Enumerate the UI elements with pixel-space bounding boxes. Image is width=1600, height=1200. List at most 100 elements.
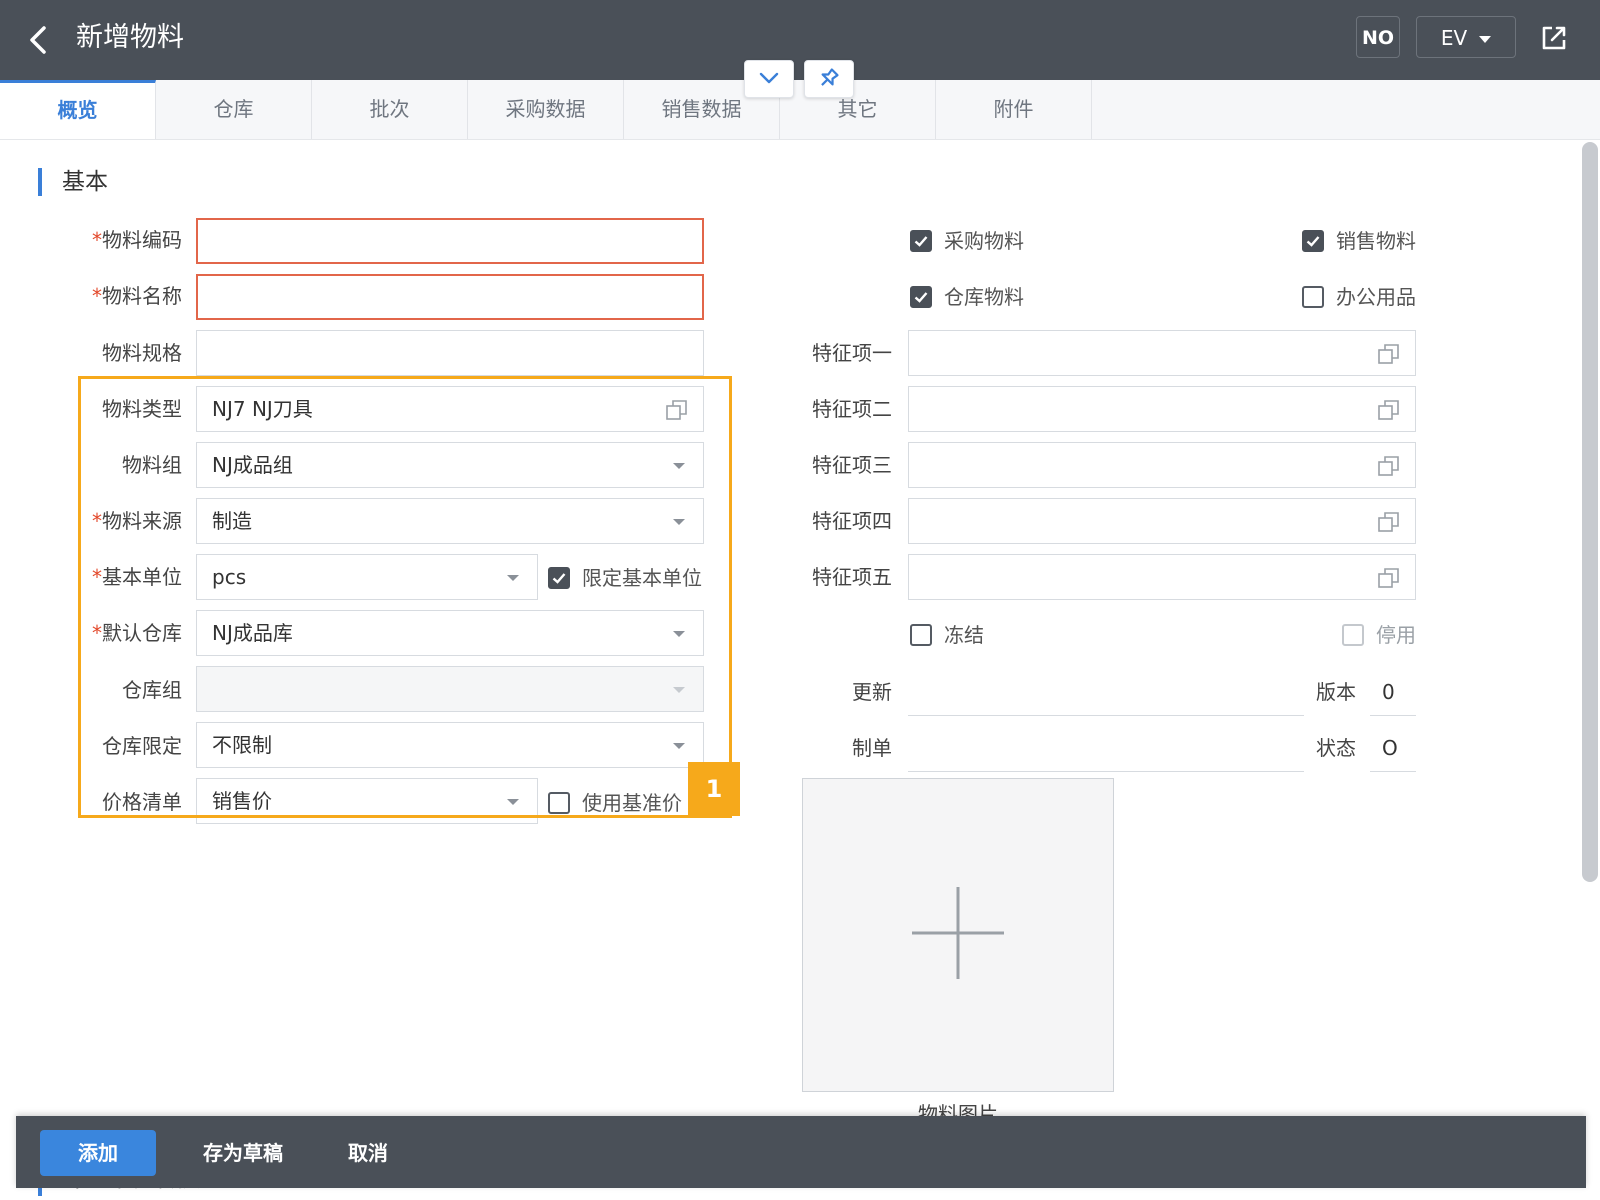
cancel-button[interactable]: 取消 — [338, 1130, 398, 1176]
material-group-select[interactable]: NJ成品组 — [196, 442, 704, 488]
check-icon — [552, 573, 566, 584]
use-base-price-label: 使用基准价 — [582, 791, 682, 815]
status-value: O — [1370, 726, 1416, 772]
ev-dropdown-button[interactable]: EV — [1416, 16, 1516, 58]
tab-attachment[interactable]: 附件 — [936, 80, 1092, 139]
picker-icon[interactable] — [1377, 398, 1401, 422]
maker-label: 制单 — [852, 736, 892, 760]
tab-overview[interactable]: 概览 — [0, 80, 156, 139]
base-unit-label: *基本单位 — [92, 565, 182, 589]
dropdown-caret-icon — [673, 519, 685, 525]
material-source-value: 制造 — [212, 509, 252, 533]
material-spec-input[interactable] — [196, 330, 704, 376]
warehouse-limit-select[interactable]: 不限制 — [196, 722, 704, 768]
dropdown-caret-icon — [507, 575, 519, 581]
material-source-label: *物料来源 — [92, 509, 182, 533]
highlight-badge: 1 — [688, 762, 740, 816]
update-label: 更新 — [852, 680, 892, 704]
check-icon — [914, 236, 928, 247]
frozen-label: 冻结 — [944, 623, 984, 647]
dropdown-caret-icon — [673, 631, 685, 637]
price-list-value: 销售价 — [212, 789, 272, 813]
feature-5-field[interactable] — [908, 554, 1416, 600]
feature-5-label: 特征项五 — [812, 565, 892, 589]
warehouse-group-label: 仓库组 — [122, 678, 182, 702]
dropdown-caret-icon — [673, 687, 685, 693]
stock-material-checkbox[interactable] — [910, 286, 932, 308]
price-list-select[interactable]: 销售价 — [196, 778, 538, 824]
warehouse-group-select — [196, 666, 704, 712]
feature-4-label: 特征项四 — [812, 509, 892, 533]
tab-warehouse[interactable]: 仓库 — [156, 80, 312, 139]
picker-icon[interactable] — [665, 398, 689, 422]
warehouse-limit-value: 不限制 — [212, 733, 272, 757]
ev-label: EV — [1440, 26, 1468, 50]
disabled-label: 停用 — [1376, 623, 1416, 647]
sales-material-checkbox[interactable] — [1302, 230, 1324, 252]
feature-1-field[interactable] — [908, 330, 1416, 376]
picker-icon[interactable] — [1377, 454, 1401, 478]
feature-3-field[interactable] — [908, 442, 1416, 488]
picker-icon[interactable] — [1377, 342, 1401, 366]
check-icon — [914, 292, 928, 303]
picker-icon[interactable] — [1377, 566, 1401, 590]
purchase-material-label: 采购物料 — [944, 229, 1024, 253]
default-warehouse-label: *默认仓库 — [92, 621, 182, 645]
material-type-label: 物料类型 — [102, 397, 182, 421]
feature-3-label: 特征项三 — [812, 453, 892, 477]
feature-4-field[interactable] — [908, 498, 1416, 544]
plus-icon — [912, 887, 1004, 979]
price-list-label: 价格清单 — [102, 790, 182, 814]
material-spec-label: 物料规格 — [102, 341, 182, 365]
use-base-price-checkbox[interactable] — [548, 792, 570, 814]
material-type-field[interactable]: NJ7 NJ刀具 — [196, 386, 704, 432]
frozen-checkbox[interactable] — [910, 624, 932, 646]
pin-icon — [821, 68, 839, 86]
caret-down-icon — [1479, 36, 1492, 43]
default-warehouse-value: NJ成品库 — [212, 621, 293, 645]
stock-material-label: 仓库物料 — [944, 285, 1024, 309]
tab-bar: 概览 仓库 批次 采购数据 销售数据 其它 附件 — [0, 80, 1600, 140]
office-supplies-checkbox[interactable] — [1302, 286, 1324, 308]
section-title-basic: 基本 — [38, 168, 108, 196]
purchase-material-checkbox[interactable] — [910, 230, 932, 252]
tab-batch[interactable]: 批次 — [312, 80, 468, 139]
check-icon — [1306, 236, 1320, 247]
material-image-upload[interactable] — [802, 778, 1114, 1092]
update-value — [908, 670, 1304, 716]
page-title: 新增物料 — [76, 22, 184, 53]
feature-2-label: 特征项二 — [812, 397, 892, 421]
dropdown-caret-icon — [673, 463, 685, 469]
back-arrow-icon[interactable] — [26, 22, 52, 58]
share-icon[interactable] — [1538, 22, 1570, 54]
material-name-label: *物料名称 — [92, 284, 182, 308]
dropdown-caret-icon — [507, 799, 519, 805]
material-group-value: NJ成品组 — [212, 453, 293, 477]
material-group-label: 物料组 — [122, 453, 182, 477]
tab-purchase-data[interactable]: 采购数据 — [468, 80, 624, 139]
default-warehouse-select[interactable]: NJ成品库 — [196, 610, 704, 656]
limit-base-unit-label: 限定基本单位 — [582, 566, 702, 590]
action-bar: 添加 存为草稿 取消 — [16, 1116, 1586, 1188]
material-name-input[interactable] — [196, 274, 704, 320]
base-unit-select[interactable]: pcs — [196, 554, 538, 600]
save-draft-button[interactable]: 存为草稿 — [188, 1130, 298, 1176]
maker-value — [908, 726, 1304, 772]
app-header: 新增物料 NO EV — [0, 0, 1600, 80]
limit-base-unit-checkbox[interactable] — [548, 567, 570, 589]
feature-1-label: 特征项一 — [812, 341, 892, 365]
feature-2-field[interactable] — [908, 386, 1416, 432]
add-button[interactable]: 添加 — [40, 1130, 156, 1176]
picker-icon[interactable] — [1377, 510, 1401, 534]
pin-button[interactable] — [804, 60, 854, 98]
material-source-select[interactable]: 制造 — [196, 498, 704, 544]
base-unit-value: pcs — [212, 565, 247, 589]
status-label: 状态 — [1316, 736, 1356, 760]
material-code-input[interactable] — [196, 218, 704, 264]
office-supplies-label: 办公用品 — [1336, 285, 1416, 309]
dropdown-caret-icon — [673, 743, 685, 749]
material-code-label: *物料编码 — [92, 228, 182, 252]
collapse-button[interactable] — [744, 60, 794, 98]
number-button[interactable]: NO — [1356, 16, 1400, 58]
vertical-scrollbar[interactable] — [1582, 142, 1598, 882]
